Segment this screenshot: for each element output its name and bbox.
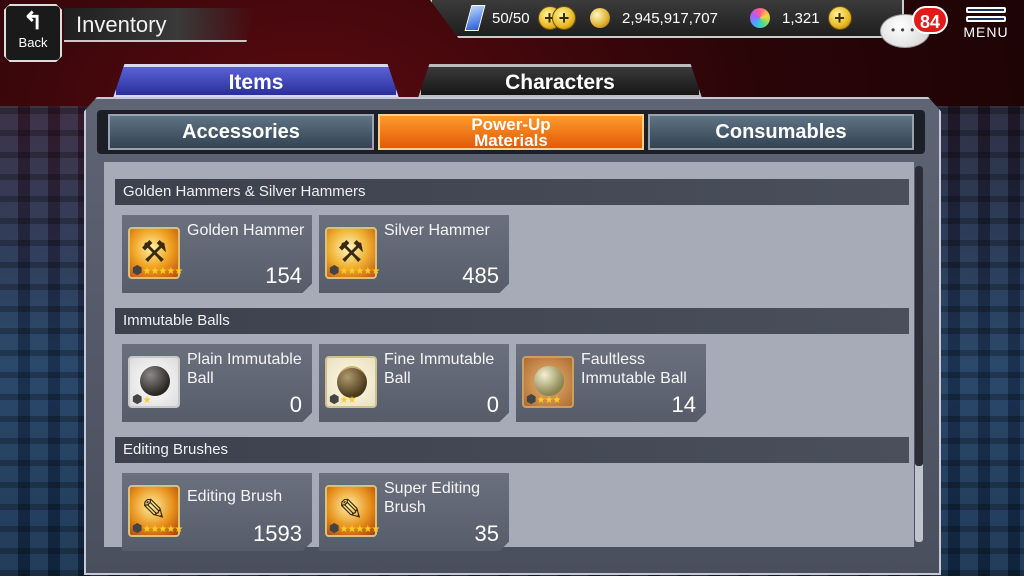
tab-items[interactable]: Items — [113, 64, 399, 98]
add-gems-button[interactable]: + — [827, 6, 852, 30]
section-header: Golden Hammers & Silver Hammers — [115, 179, 909, 205]
scrollbar-thumb[interactable] — [915, 166, 923, 466]
gem-display: 1,321 + — [750, 6, 852, 30]
menu-label: MENU — [963, 24, 1009, 40]
item-name: Faultless Immutable Ball — [581, 351, 687, 387]
rarity-stars: ★★ — [329, 393, 356, 406]
rarity-stars: ★★★★★ — [132, 522, 183, 535]
item-count: 0 — [289, 392, 302, 417]
item-silver-hammer[interactable]: ⚒ ★★★★★ Silver Hammer 485 — [319, 215, 509, 293]
coin-display: 2,945,917,707 — [590, 6, 718, 30]
item-name: Golden Hammer — [187, 222, 305, 239]
item-count: 0 — [486, 392, 499, 417]
menu-icon-line — [966, 16, 1006, 22]
stamina-icon — [464, 5, 486, 31]
item-count: 35 — [474, 521, 499, 546]
rarity-stars: ★ — [132, 393, 151, 406]
back-arrow-icon: ↰ — [22, 8, 44, 35]
item-name: Plain Immutable Ball — [187, 351, 302, 387]
subtab-accessories[interactable]: Accessories — [108, 114, 374, 150]
section-header: Editing Brushes — [115, 437, 909, 463]
faultless-immutable-ball-icon: ★★★ — [522, 356, 574, 408]
item-count: 485 — [462, 263, 499, 288]
editing-brush-icon: ✎ ★★★★★ — [128, 485, 183, 537]
chat-button[interactable]: 84 — [880, 6, 948, 48]
section-header: Immutable Balls — [115, 308, 909, 334]
item-name: Super Editing Brush — [384, 480, 481, 516]
golden-hammer-icon: ⚒ ★★★★★ — [128, 227, 183, 279]
ball-glyph — [534, 366, 564, 396]
tab-characters[interactable]: Characters — [418, 64, 702, 98]
subtab-power-up-label-2: Materials — [474, 131, 548, 150]
item-name: Editing Brush — [187, 488, 283, 505]
silver-hammer-icon: ⚒ ★★★★★ — [325, 227, 380, 279]
item-name: Fine Immutable Ball — [384, 351, 495, 387]
title-bar: Inventory — [64, 8, 254, 42]
scrollbar[interactable] — [915, 166, 923, 542]
rarity-stars: ★★★★★ — [329, 264, 380, 277]
back-label: Back — [18, 35, 48, 50]
gem-value: 1,321 — [782, 9, 820, 27]
add-coins-button[interactable]: + — [552, 6, 576, 30]
super-editing-brush-icon: ✎ ★★★★★ — [325, 485, 380, 537]
fine-immutable-ball-icon: ★★ — [325, 356, 377, 408]
back-button[interactable]: ↰ Back — [4, 4, 62, 62]
item-super-editing-brush[interactable]: ✎ ★★★★★ Super Editing Brush 35 — [319, 473, 509, 551]
item-fine-immutable-ball[interactable]: ★★ Fine Immutable Ball 0 — [319, 344, 509, 422]
chat-badge: 84 — [912, 6, 948, 34]
item-golden-hammer[interactable]: ⚒ ★★★★★ Golden Hammer 154 — [122, 215, 312, 293]
rarity-stars: ★★★★★ — [132, 264, 183, 277]
item-plain-immutable-ball[interactable]: ★ Plain Immutable Ball 0 — [122, 344, 312, 422]
item-count: 154 — [265, 263, 302, 288]
item-name: Silver Hammer — [384, 222, 490, 239]
coin-icon — [590, 8, 610, 28]
subtab-consumables-label: Consumables — [715, 121, 847, 143]
subtab-power-up-materials[interactable]: Power-Up Materials — [378, 114, 644, 150]
item-faultless-immutable-ball[interactable]: ★★★ Faultless Immutable Ball 14 — [516, 344, 706, 422]
menu-icon — [966, 7, 1006, 13]
coin-value: 2,945,917,707 — [622, 9, 718, 27]
item-count: 1593 — [253, 521, 302, 546]
page-title: Inventory — [76, 12, 167, 37]
stamina-display: 50/50 + — [464, 5, 562, 31]
item-editing-brush[interactable]: ✎ ★★★★★ Editing Brush 1593 — [122, 473, 312, 551]
rarity-stars: ★★★ — [526, 393, 561, 406]
menu-button[interactable]: MENU — [958, 4, 1014, 56]
rarity-stars: ★★★★★ — [329, 522, 380, 535]
coin-plus-wrap: + — [552, 6, 576, 30]
plain-immutable-ball-icon: ★ — [128, 356, 180, 408]
tab-characters-label: Characters — [505, 71, 615, 94]
item-count: 14 — [671, 392, 696, 417]
subtab-accessories-label: Accessories — [182, 121, 300, 143]
stamina-value: 50/50 — [492, 9, 530, 27]
tab-items-label: Items — [228, 71, 284, 94]
status-bar: 50/50 + 2,945,917,707 1,321 + — [430, 0, 904, 38]
subtab-bar: Accessories Power-Up Materials Consumabl… — [97, 110, 925, 154]
subtab-consumables[interactable]: Consumables — [648, 114, 914, 150]
gem-icon — [750, 8, 770, 28]
ball-glyph — [140, 366, 170, 396]
